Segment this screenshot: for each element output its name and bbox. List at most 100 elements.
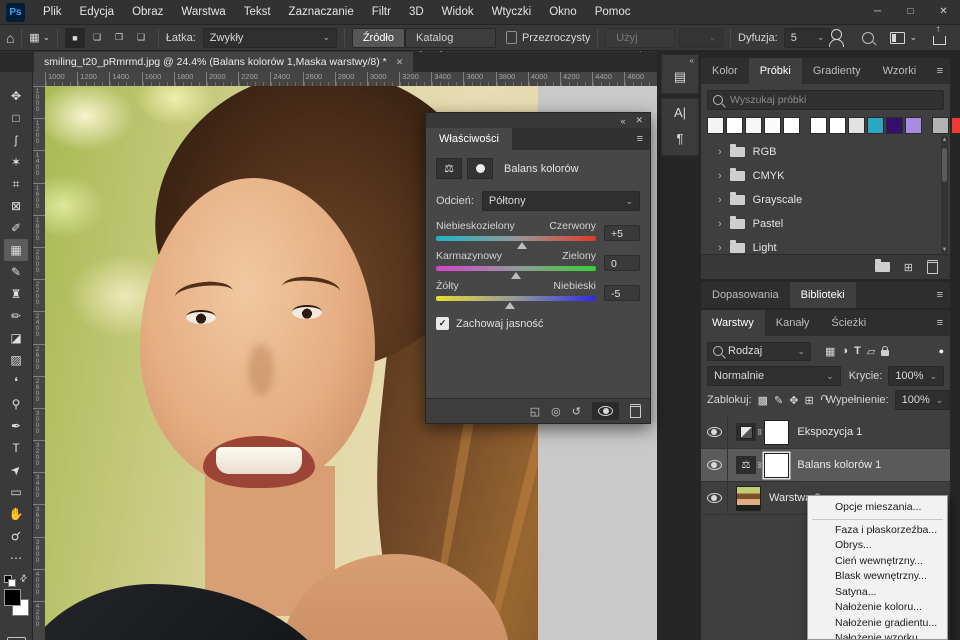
tab-kanaly[interactable]: Kanały	[765, 310, 821, 336]
source-toggle[interactable]: Źródło	[352, 28, 405, 48]
layer-mask-icon[interactable]	[467, 158, 493, 179]
menu-plik[interactable]: Plik	[34, 0, 71, 24]
panel-menu-icon[interactable]: ≡	[937, 58, 943, 84]
foreground-color-swatch[interactable]	[4, 589, 21, 606]
delete-adjustment-icon[interactable]	[630, 404, 641, 418]
mode-intersect-selection[interactable]: ❑	[131, 28, 151, 48]
clip-to-layer-icon[interactable]: ◱	[530, 405, 540, 418]
visibility-cell[interactable]	[701, 449, 728, 481]
scroll-up-icon[interactable]: ▲	[941, 137, 948, 143]
eyedropper-tool[interactable]: ✐	[4, 217, 28, 239]
panel-menu-icon[interactable]: ≡	[937, 282, 943, 308]
menu-item-nalozenie-gradientu[interactable]: Nałożenie gradientu...	[808, 616, 947, 632]
menu-filtr[interactable]: Filtr	[363, 0, 400, 24]
color-swatch[interactable]	[951, 117, 960, 134]
mode-add-selection[interactable]: ❏	[87, 28, 107, 48]
color-swatch[interactable]	[932, 117, 949, 134]
blend-mode-dropdown[interactable]: Normalnie ⌄	[707, 366, 841, 386]
collapse-panel-icon[interactable]: «	[620, 116, 625, 126]
tab-biblioteki[interactable]: Biblioteki	[790, 282, 856, 308]
swap-colors-icon[interactable]: ⇄	[18, 572, 31, 585]
lock-move-icon[interactable]: ✥	[789, 394, 798, 407]
menu-warstwa[interactable]: Warstwa	[172, 0, 234, 24]
pattern-picker-dropdown[interactable]: ⌄	[679, 28, 723, 48]
fill-dropdown[interactable]: 100% ⌄	[895, 390, 951, 410]
opacity-dropdown[interactable]: 100% ⌄	[888, 366, 944, 386]
export-share-icon[interactable]	[933, 36, 946, 45]
filter-type-layers-icon[interactable]: T	[854, 345, 861, 357]
menu-obraz[interactable]: Obraz	[123, 0, 172, 24]
search-icon[interactable]	[862, 32, 874, 44]
gradient-tool[interactable]: ▨	[4, 349, 28, 371]
color-swatch[interactable]	[886, 117, 903, 134]
trash-icon[interactable]	[927, 260, 938, 274]
folder-grayscale[interactable]: › Grayscale	[701, 188, 950, 212]
layer-mask-thumbnail[interactable]	[764, 420, 789, 445]
panel-menu-icon[interactable]: ≡	[637, 128, 643, 150]
color-swatch[interactable]	[810, 117, 827, 134]
color-swatch[interactable]	[848, 117, 865, 134]
blur-tool[interactable]: ❛	[4, 371, 28, 393]
filter-adjustment-layers-icon[interactable]: ◑	[841, 345, 848, 357]
layer-row-ekspozycja[interactable]: ∞ Ekspozycja 1	[701, 416, 950, 449]
menu-okno[interactable]: Okno	[540, 0, 586, 24]
color-balance-adjustment-icon[interactable]: ⚖	[736, 456, 756, 474]
menu-item-faza-i-plaskorzezba[interactable]: Faza i płaskorzeźba...	[808, 523, 947, 539]
lock-paint-icon[interactable]: ✎	[774, 394, 783, 407]
destination-toggle[interactable]: Katalog docelowy	[405, 28, 496, 48]
slider-thumb[interactable]	[517, 242, 527, 249]
chevron-down-icon[interactable]: ⌄	[43, 32, 51, 43]
color-swatch[interactable]	[905, 117, 922, 134]
lock-transparency-icon[interactable]: ▩	[758, 394, 768, 407]
magic-wand-tool[interactable]: ✶	[4, 151, 28, 173]
menu-item-obrys[interactable]: Obrys...	[808, 538, 947, 554]
eraser-tool[interactable]: ◪	[4, 327, 28, 349]
previous-state-icon[interactable]: ◎	[551, 405, 561, 418]
document-tab[interactable]: smiling_t20_pRmrmd.jpg @ 24.4% (Balans k…	[34, 52, 413, 72]
tool-preset-icon[interactable]: ▦	[29, 31, 39, 44]
workspace-switcher[interactable]: ⌄	[890, 32, 917, 44]
scroll-down-icon[interactable]: ▼	[941, 247, 948, 253]
swatch-search-input[interactable]	[728, 93, 938, 107]
slider-value-field[interactable]: -5	[604, 285, 640, 301]
menu-pomoc[interactable]: Pomoc	[586, 0, 640, 24]
visibility-cell[interactable]	[701, 416, 728, 448]
close-icon[interactable]: ✕	[927, 0, 960, 24]
exposure-adjustment-icon[interactable]	[736, 423, 756, 441]
transparent-checkbox[interactable]	[506, 31, 517, 44]
share-for-review-icon[interactable]	[831, 29, 842, 40]
color-swatch[interactable]	[707, 117, 724, 134]
layer-filter-dropdown[interactable]: Rodzaj ⌄	[707, 342, 811, 361]
color-swatch[interactable]	[745, 117, 762, 134]
visibility-toggle[interactable]	[592, 402, 619, 420]
close-tab-icon[interactable]: ✕	[396, 57, 404, 68]
menu-item-satyna[interactable]: Satyna...	[808, 585, 947, 601]
history-brush-tool[interactable]: ✏	[4, 305, 28, 327]
character-panel-icon[interactable]: A|	[662, 99, 698, 125]
slider-track[interactable]	[436, 266, 596, 271]
menu-tekst[interactable]: Tekst	[235, 0, 280, 24]
tone-dropdown[interactable]: Półtony ⌄	[482, 191, 640, 211]
new-swatch-icon[interactable]: ⊞	[904, 261, 913, 274]
collapse-icon[interactable]: «	[662, 55, 698, 65]
rectangular-marquee-tool[interactable]: □	[4, 107, 28, 129]
slider-thumb[interactable]	[505, 302, 515, 309]
folder-rgb[interactable]: › RGB	[701, 140, 950, 164]
scrollbar[interactable]: ▲ ▼	[941, 136, 948, 254]
minimize-icon[interactable]: ─	[861, 0, 894, 24]
slider-track[interactable]	[436, 296, 596, 301]
reset-icon[interactable]: ↺	[572, 405, 581, 418]
layer-mask-thumbnail[interactable]	[764, 453, 789, 478]
tab-kolor[interactable]: Kolor	[701, 58, 749, 84]
slider-track[interactable]	[436, 236, 596, 241]
menu-item-cien-wewnetrzny[interactable]: Cień wewnętrzny...	[808, 554, 947, 570]
lock-artboard-icon[interactable]: ⊞	[804, 394, 813, 407]
tab-wlasciwosci[interactable]: Właściwości	[426, 128, 512, 150]
tab-sciezki[interactable]: Ścieżki	[820, 310, 877, 336]
visibility-cell[interactable]	[701, 482, 728, 514]
mode-subtract-selection[interactable]: ❐	[109, 28, 129, 48]
layer-name[interactable]: Balans kolorów 1	[797, 459, 881, 471]
move-tool[interactable]: ✥	[4, 85, 28, 107]
tab-wzorki[interactable]: Wzorki	[872, 58, 928, 84]
menu-edycja[interactable]: Edycja	[71, 0, 124, 24]
